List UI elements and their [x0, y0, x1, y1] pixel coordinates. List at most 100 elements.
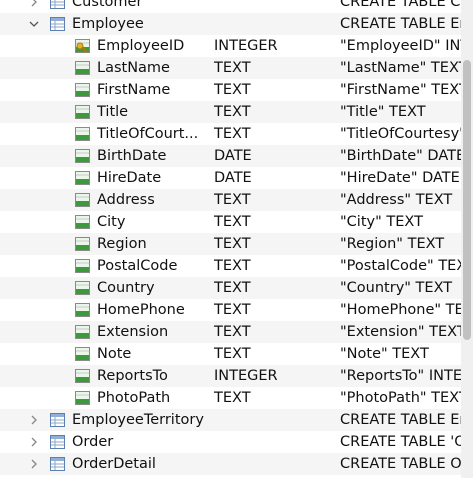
- table-row[interactable]: Employee CREATE TABLE Em: [0, 13, 473, 35]
- table-icon: [50, 413, 65, 427]
- chevron-right-icon[interactable]: [27, 0, 41, 13]
- ddl-text: "Note" TEXT: [340, 346, 429, 362]
- table-row[interactable]: OrderDetail CREATE TABLE Or: [0, 453, 473, 475]
- column-icon: [75, 215, 90, 229]
- column-type: TEXT: [214, 214, 251, 230]
- table-icon: [50, 17, 65, 31]
- chevron-right-icon[interactable]: [27, 409, 41, 431]
- ddl-text: CREATE TABLE Or: [340, 456, 468, 472]
- column-row[interactable]: BirthDate DATE "BirthDate" DATE: [0, 145, 473, 167]
- column-name: ReportsTo: [97, 368, 168, 384]
- column-row[interactable]: PostalCode TEXT "PostalCode" TEXT: [0, 255, 473, 277]
- column-type: TEXT: [214, 60, 251, 76]
- ddl-text: "Country" TEXT: [340, 280, 453, 296]
- schema-tree[interactable]: Customer CREATE TABLE Cu Employee CREATE TA…: [0, 0, 473, 475]
- column-icon: [75, 325, 90, 339]
- ddl-text: "City" TEXT: [340, 214, 423, 230]
- column-row[interactable]: Title TEXT "Title" TEXT: [0, 101, 473, 123]
- column-icon: [75, 83, 90, 97]
- table-row[interactable]: Order CREATE TABLE 'O: [0, 431, 473, 453]
- ddl-text: "LastName" TEXT: [340, 60, 468, 76]
- table-icon: [50, 435, 65, 449]
- ddl-text: "HireDate" DATE: [340, 170, 460, 186]
- column-type: DATE: [214, 148, 252, 164]
- chevron-down-icon[interactable]: [27, 13, 41, 35]
- table-name: EmployeeTerritory: [72, 412, 204, 428]
- column-name: FirstName: [97, 82, 171, 98]
- column-icon: [75, 369, 90, 383]
- column-icon: [75, 193, 90, 207]
- column-row[interactable]: Country TEXT "Country" TEXT: [0, 277, 473, 299]
- ddl-text: "Title" TEXT: [340, 104, 426, 120]
- column-icon: [75, 149, 90, 163]
- chevron-right-icon[interactable]: [27, 431, 41, 453]
- ddl-text: CREATE TABLE Em: [340, 412, 473, 428]
- key-column-icon: [75, 39, 90, 53]
- column-icon: [75, 61, 90, 75]
- column-type: TEXT: [214, 280, 251, 296]
- column-row[interactable]: HomePhone TEXT "HomePhone" TEXT: [0, 299, 473, 321]
- table-name: OrderDetail: [72, 456, 156, 472]
- column-type: TEXT: [214, 324, 251, 340]
- column-row[interactable]: EmployeeID INTEGER "EmployeeID" INTE: [0, 35, 473, 57]
- column-name: Note: [97, 346, 132, 362]
- table-row[interactable]: Customer CREATE TABLE Cu: [0, 0, 473, 13]
- column-row[interactable]: LastName TEXT "LastName" TEXT: [0, 57, 473, 79]
- column-type: TEXT: [214, 104, 251, 120]
- column-icon: [75, 303, 90, 317]
- ddl-text: "EmployeeID" INTE: [340, 38, 473, 54]
- column-row[interactable]: TitleOfCourt... TEXT "TitleOfCourtesy": [0, 123, 473, 145]
- ddl-text: CREATE TABLE 'O: [340, 434, 466, 450]
- column-name: PostalCode: [97, 258, 178, 274]
- column-type: INTEGER: [214, 368, 278, 384]
- column-icon: [75, 391, 90, 405]
- column-name: HireDate: [97, 170, 162, 186]
- column-row[interactable]: City TEXT "City" TEXT: [0, 211, 473, 233]
- column-row[interactable]: HireDate DATE "HireDate" DATE: [0, 167, 473, 189]
- ddl-text: CREATE TABLE Cu: [340, 0, 470, 10]
- ddl-text: "ReportsTo" INTE: [340, 368, 462, 384]
- column-icon: [75, 281, 90, 295]
- column-icon: [75, 237, 90, 251]
- table-name: Order: [72, 434, 114, 450]
- column-name: Address: [97, 192, 155, 208]
- column-icon: [75, 105, 90, 119]
- table-icon: [50, 457, 65, 471]
- column-type: TEXT: [214, 192, 251, 208]
- vertical-scrollbar[interactable]: [461, 0, 473, 478]
- column-name: BirthDate: [97, 148, 167, 164]
- column-row[interactable]: PhotoPath TEXT "PhotoPath" TEXT: [0, 387, 473, 409]
- column-type: TEXT: [214, 346, 251, 362]
- column-name: Title: [97, 104, 129, 120]
- column-row[interactable]: FirstName TEXT "FirstName" TEXT: [0, 79, 473, 101]
- column-name: Country: [97, 280, 155, 296]
- column-type: TEXT: [214, 126, 251, 142]
- table-row[interactable]: EmployeeTerritory CREATE TABLE Em: [0, 409, 473, 431]
- column-row[interactable]: ReportsTo INTEGER "ReportsTo" INTE: [0, 365, 473, 387]
- scrollbar-thumb[interactable]: [463, 60, 471, 340]
- ddl-text: "HomePhone" TEXT: [340, 302, 473, 318]
- chevron-right-icon[interactable]: [27, 453, 41, 475]
- column-name: City: [97, 214, 126, 230]
- column-icon: [75, 259, 90, 273]
- column-icon: [75, 127, 90, 141]
- ddl-text: "TitleOfCourtesy": [340, 126, 466, 142]
- column-name: Region: [97, 236, 147, 252]
- ddl-text: "FirstName" TEXT: [340, 82, 468, 98]
- column-icon: [75, 171, 90, 185]
- ddl-text: "Region" TEXT: [340, 236, 445, 252]
- column-type: TEXT: [214, 236, 251, 252]
- ddl-text: "PostalCode" TEXT: [340, 258, 473, 274]
- column-type: TEXT: [214, 390, 251, 406]
- ddl-text: "Extension" TEXT: [340, 324, 466, 340]
- table-name: Employee: [72, 16, 144, 32]
- column-name: HomePhone: [97, 302, 185, 318]
- column-row[interactable]: Extension TEXT "Extension" TEXT: [0, 321, 473, 343]
- column-icon: [75, 347, 90, 361]
- column-row[interactable]: Region TEXT "Region" TEXT: [0, 233, 473, 255]
- column-row[interactable]: Address TEXT "Address" TEXT: [0, 189, 473, 211]
- table-icon: [50, 0, 65, 9]
- column-type: TEXT: [214, 258, 251, 274]
- column-row[interactable]: Note TEXT "Note" TEXT: [0, 343, 473, 365]
- ddl-text: CREATE TABLE Em: [340, 16, 473, 32]
